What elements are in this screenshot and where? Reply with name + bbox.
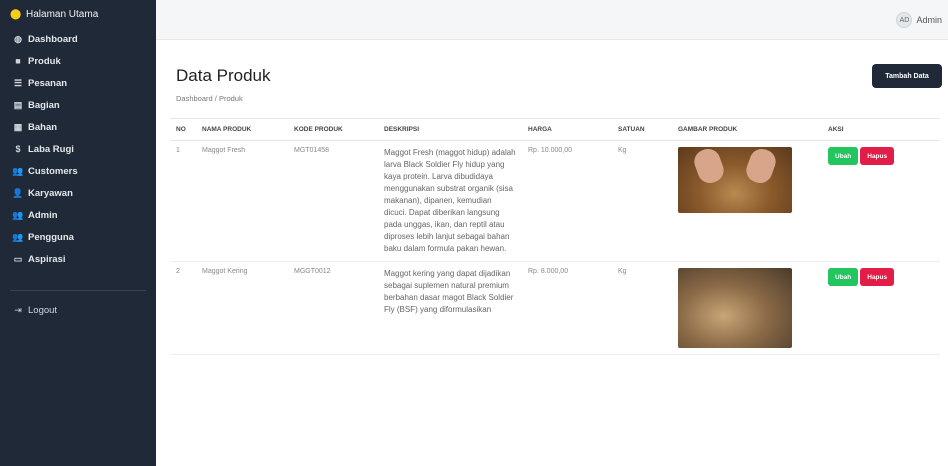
- sidebar-item-label: Admin: [28, 209, 58, 221]
- header-satuan: SATUAN: [612, 118, 672, 141]
- pesanan-icon: ☰: [13, 77, 23, 88]
- table-row: 2 Maggot Kering MGGT0012 Maggot kering y…: [170, 261, 940, 355]
- sidebar-item-label: Produk: [28, 55, 61, 67]
- sidebar-item-label: Dashboard: [28, 33, 78, 45]
- sidebar-item-label: Bahan: [28, 121, 58, 133]
- sidebar-item-karyawan[interactable]: 👤 Karyawan: [0, 182, 156, 204]
- cell-image: [672, 140, 822, 262]
- sidebar-item-produk[interactable]: ■ Produk: [0, 50, 156, 72]
- sidebar-home-link[interactable]: ⬤ Halaman Utama: [0, 0, 156, 28]
- table-row: 1 Maggot Fresh MGT01458 Maggot Fresh (ma…: [170, 140, 940, 262]
- sidebar-item-label: Karyawan: [28, 187, 73, 199]
- bahan-icon: ▦: [13, 121, 23, 132]
- logout-label: Logout: [28, 304, 58, 316]
- delete-button[interactable]: Hapus: [860, 268, 895, 286]
- admin-icon: 👥: [12, 209, 24, 220]
- cell-no: 1: [170, 140, 196, 262]
- cell-price: Rp. 8.000,00: [522, 261, 612, 355]
- cell-desc: Maggot Fresh (maggot hidup) adalah larva…: [378, 140, 522, 262]
- sidebar-item-admin[interactable]: 👥 Admin: [0, 204, 156, 226]
- header-gambar-produk: GAMBAR PRODUK: [672, 118, 822, 141]
- cell-actions: Ubah Hapus: [822, 261, 940, 355]
- sidebar-item-dashboard[interactable]: ◍ Dashboard: [0, 28, 156, 50]
- sidebar-item-aspirasi[interactable]: ▭ Aspirasi: [0, 248, 156, 270]
- cell-image: [672, 261, 822, 355]
- sidebar-item-bagian[interactable]: ▤ Bagian: [0, 94, 156, 116]
- sidebar-item-pengguna[interactable]: 👥 Pengguna: [0, 226, 156, 248]
- user-name: Admin: [916, 15, 942, 25]
- bagian-icon: ▤: [13, 99, 23, 110]
- cell-code: MGGT0012: [288, 261, 378, 355]
- cell-name: Maggot Fresh: [196, 140, 288, 262]
- product-image: [678, 147, 792, 213]
- customers-icon: 👥: [12, 165, 24, 176]
- aspirasi-icon: ▭: [13, 253, 23, 264]
- sidebar-item-bahan[interactable]: ▦ Bahan: [0, 116, 156, 138]
- cell-actions: Ubah Hapus: [822, 140, 940, 262]
- header-harga: HARGA: [522, 118, 612, 141]
- edit-button[interactable]: Ubah: [828, 147, 859, 165]
- delete-button[interactable]: Hapus: [860, 147, 895, 165]
- page-title: Data Produk: [176, 66, 271, 85]
- sidebar-item-pesanan[interactable]: ☰ Pesanan: [0, 72, 156, 94]
- cell-code: MGT01458: [288, 140, 378, 262]
- header-kode-produk: KODE PRODUK: [288, 118, 378, 141]
- home-icon: ⬤: [10, 8, 22, 20]
- product-table: NO NAMA PRODUK KODE PRODUK DESKRIPSI HAR…: [170, 118, 940, 355]
- sidebar: ⬤ Halaman Utama ◍ Dashboard ■ Produk ☰ Pesa…: [0, 0, 156, 466]
- sidebar-item-label: Bagian: [28, 99, 60, 111]
- topbar: AD Admin: [156, 0, 948, 40]
- sidebar-item-label: Aspirasi: [28, 253, 66, 265]
- header-nama-produk: NAMA PRODUK: [196, 118, 288, 141]
- produk-icon: ■: [15, 56, 21, 66]
- avatar: AD: [896, 12, 913, 28]
- edit-button[interactable]: Ubah: [828, 268, 859, 286]
- logout-link[interactable]: ⇥ Logout: [0, 299, 156, 321]
- pengguna-icon: 👥: [12, 231, 24, 242]
- breadcrumb[interactable]: Dashboard / Produk: [176, 94, 243, 103]
- sidebar-item-label: Pesanan: [28, 77, 68, 89]
- laba-rugi-icon: $: [15, 144, 21, 154]
- cell-no: 2: [170, 261, 196, 355]
- add-data-button[interactable]: Tambah Data: [872, 64, 942, 88]
- header-no: NO: [170, 118, 196, 141]
- sidebar-item-label: Customers: [28, 165, 78, 177]
- cell-unit: Kg: [612, 261, 672, 355]
- user-menu[interactable]: AD Admin: [896, 12, 942, 28]
- karyawan-icon: 👤: [12, 187, 24, 198]
- header-deskripsi: DESKRIPSI: [378, 118, 522, 141]
- table-header-row: NO NAMA PRODUK KODE PRODUK DESKRIPSI HAR…: [170, 118, 940, 141]
- sidebar-item-label: Laba Rugi: [28, 143, 74, 155]
- cell-desc: Maggot kering yang dapat dijadikan sebag…: [378, 261, 522, 355]
- dashboard-icon: ◍: [14, 33, 22, 44]
- cell-name: Maggot Kering: [196, 261, 288, 355]
- sidebar-home-label: Halaman Utama: [26, 8, 99, 20]
- sidebar-item-laba-rugi[interactable]: $ Laba Rugi: [0, 138, 156, 160]
- logout-icon: ⇥: [14, 304, 22, 315]
- header-aksi: AKSI: [822, 118, 940, 141]
- product-image: [678, 268, 792, 348]
- main-content: Data Produk Dashboard / Produk Tambah Da…: [156, 40, 948, 466]
- sidebar-item-customers[interactable]: 👥 Customers: [0, 160, 156, 182]
- cell-price: Rp. 10.000,00: [522, 140, 612, 262]
- sidebar-divider: [10, 290, 146, 291]
- sidebar-item-label: Pengguna: [28, 231, 74, 243]
- cell-unit: Kg: [612, 140, 672, 262]
